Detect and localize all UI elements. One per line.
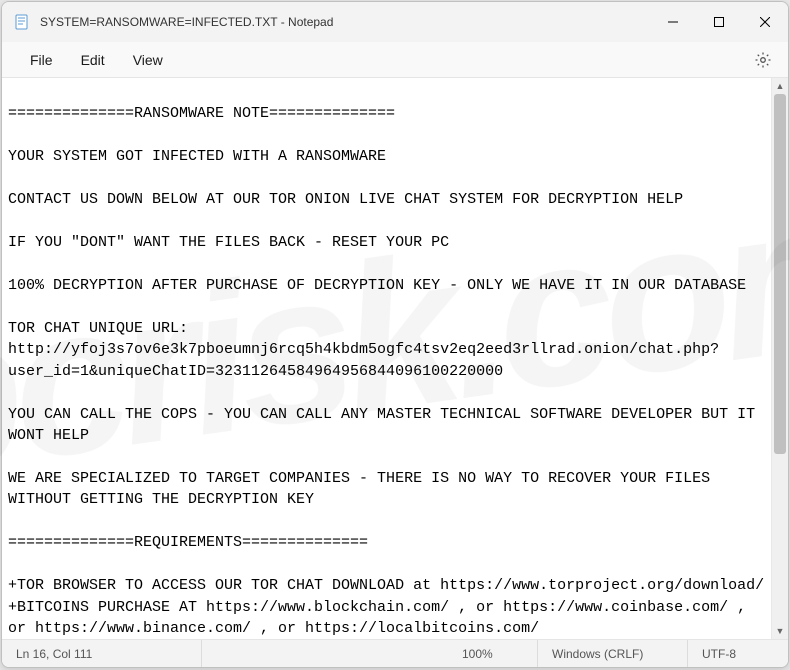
maximize-button[interactable]: [696, 2, 742, 42]
window-title: SYSTEM=RANSOMWARE=INFECTED.TXT - Notepad: [40, 15, 650, 29]
window-controls: [650, 2, 788, 42]
menu-file[interactable]: File: [16, 48, 67, 72]
menu-view[interactable]: View: [119, 48, 177, 72]
notepad-icon: [14, 14, 30, 30]
status-encoding: UTF-8: [688, 640, 788, 667]
vertical-scrollbar[interactable]: ▲ ▼: [771, 78, 788, 639]
editor-area: ==============RANSOMWARE NOTE===========…: [2, 78, 788, 639]
scroll-thumb[interactable]: [774, 94, 786, 454]
status-cursor-position: Ln 16, Col 111: [2, 640, 202, 667]
settings-icon[interactable]: [754, 51, 772, 69]
status-line-ending: Windows (CRLF): [538, 640, 688, 667]
menu-edit[interactable]: Edit: [67, 48, 119, 72]
text-editor[interactable]: ==============RANSOMWARE NOTE===========…: [2, 78, 771, 639]
scroll-up-arrow[interactable]: ▲: [772, 78, 788, 94]
statusbar: Ln 16, Col 111 100% Windows (CRLF) UTF-8: [2, 639, 788, 667]
notepad-window: SYSTEM=RANSOMWARE=INFECTED.TXT - Notepad…: [1, 1, 789, 668]
scroll-down-arrow[interactable]: ▼: [772, 623, 788, 639]
status-zoom[interactable]: 100%: [448, 640, 538, 667]
menubar: File Edit View: [2, 42, 788, 78]
titlebar[interactable]: SYSTEM=RANSOMWARE=INFECTED.TXT - Notepad: [2, 2, 788, 42]
close-button[interactable]: [742, 2, 788, 42]
minimize-button[interactable]: [650, 2, 696, 42]
